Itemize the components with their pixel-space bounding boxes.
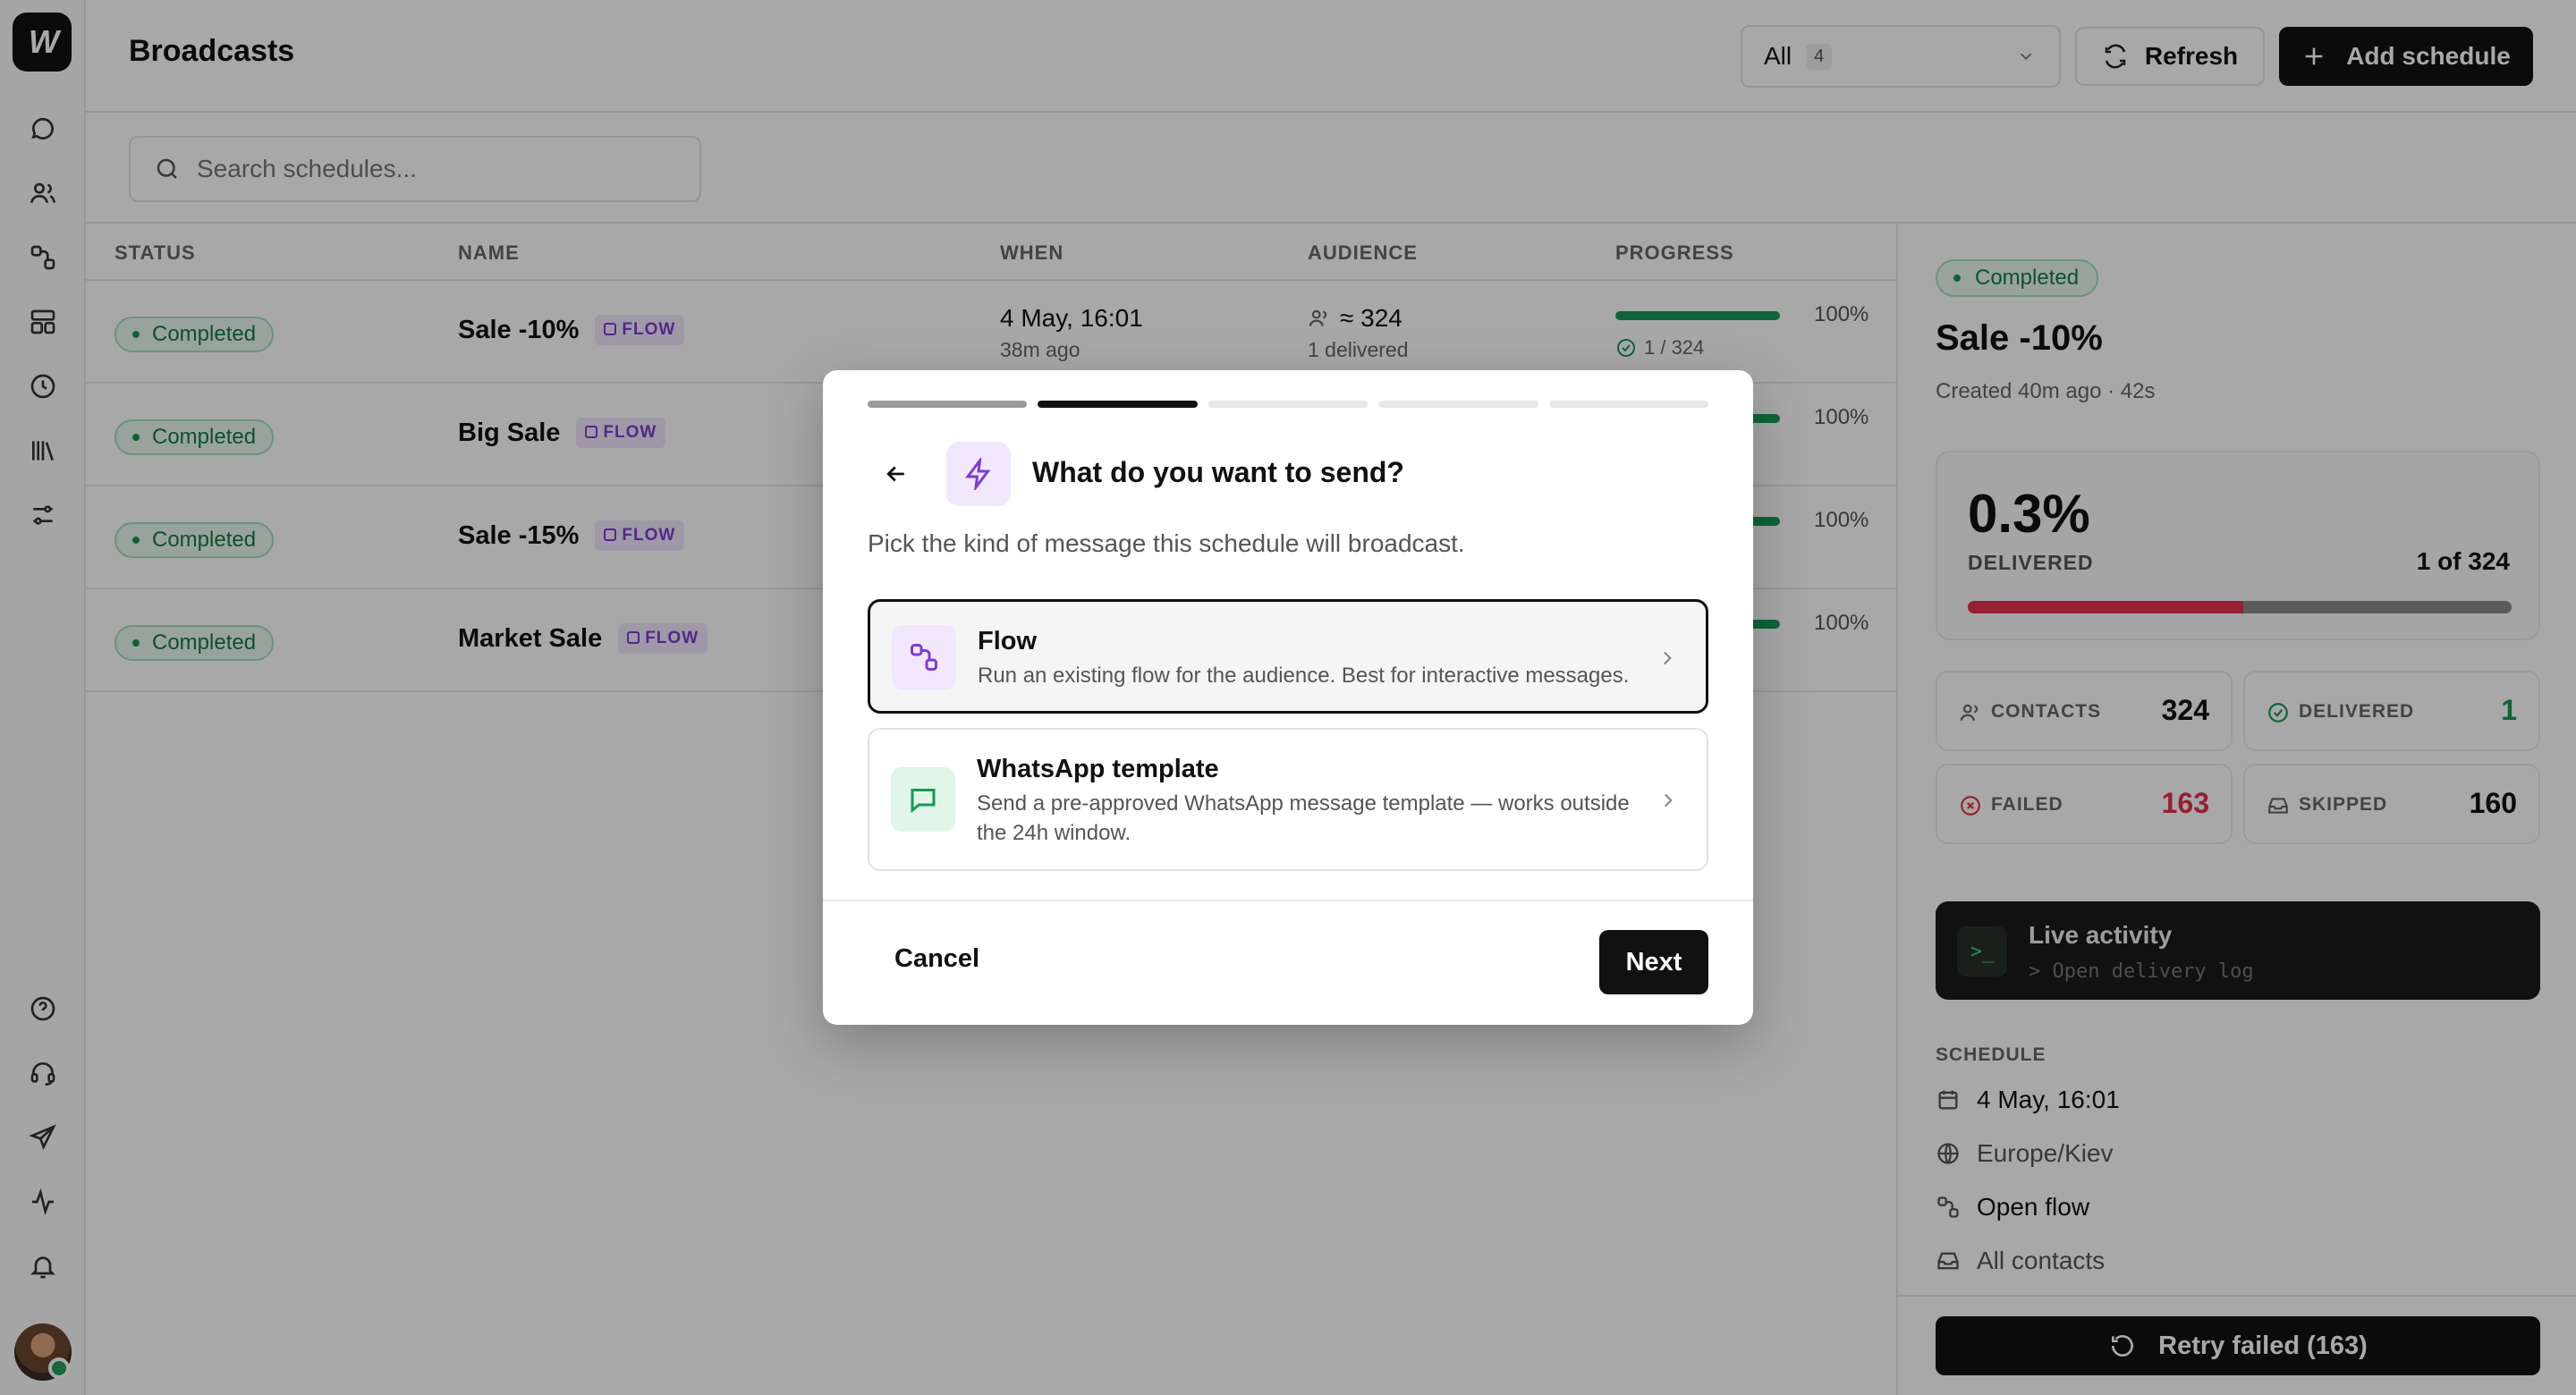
lightning-icon xyxy=(946,442,1011,506)
step-segment xyxy=(1378,401,1538,408)
chevron-right-icon xyxy=(1664,793,1673,807)
cancel-button[interactable]: Cancel xyxy=(894,944,979,974)
option-title: Flow xyxy=(978,627,1038,655)
option-description: Run an existing flow for the audience. B… xyxy=(978,664,1630,688)
chevron-right-icon xyxy=(1663,651,1672,665)
step-indicator xyxy=(868,401,1709,408)
step-segment xyxy=(1208,401,1368,408)
step-segment xyxy=(1548,401,1709,408)
option-flow[interactable]: Flow Run an existing flow for the audien… xyxy=(868,599,1708,714)
step-segment xyxy=(1038,401,1198,408)
flow-icon xyxy=(892,625,956,689)
option-title: WhatsApp template xyxy=(977,755,1219,783)
dialog-subtitle: Pick the kind of message this schedule w… xyxy=(868,529,1465,557)
option-description: Send a pre-approved WhatsApp message tem… xyxy=(977,791,1630,845)
dialog-title: What do you want to send? xyxy=(1032,456,1404,488)
arrow-left-icon xyxy=(886,466,904,482)
message-square-icon xyxy=(891,767,955,832)
option-whatsapp-template[interactable]: WhatsApp template Send a pre-approved Wh… xyxy=(868,728,1708,871)
dialog-footer: Cancel Next xyxy=(823,900,1753,1025)
back-button[interactable] xyxy=(877,454,916,494)
next-button[interactable]: Next xyxy=(1599,930,1708,994)
step-segment xyxy=(868,401,1028,408)
create-schedule-dialog: What do you want to send? Pick the kind … xyxy=(823,370,1753,1025)
